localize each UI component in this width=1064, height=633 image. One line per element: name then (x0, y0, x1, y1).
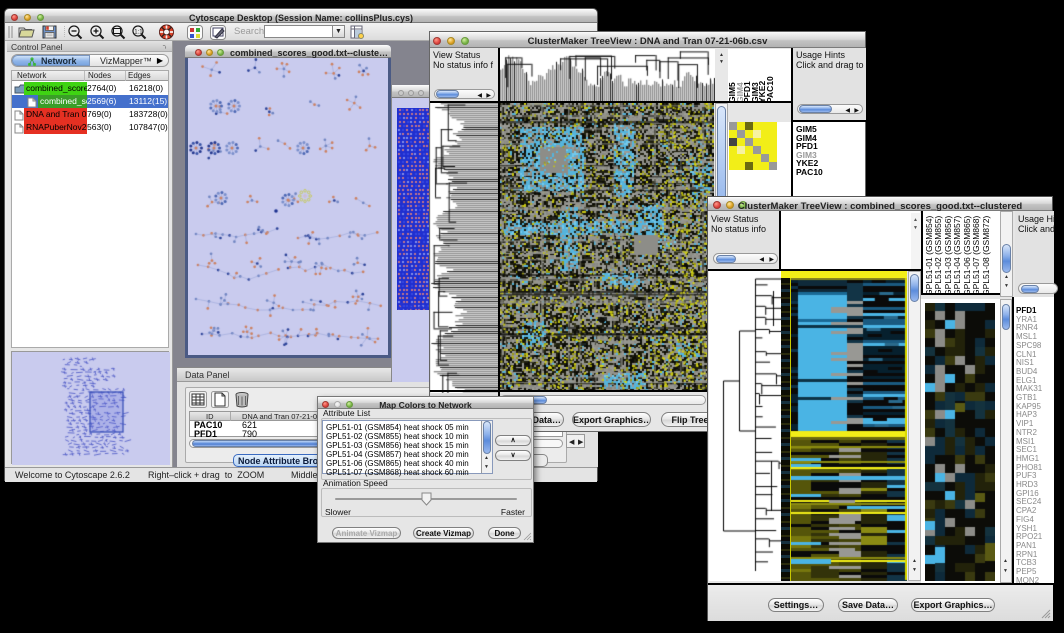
svg-text:1:1: 1:1 (134, 30, 143, 36)
